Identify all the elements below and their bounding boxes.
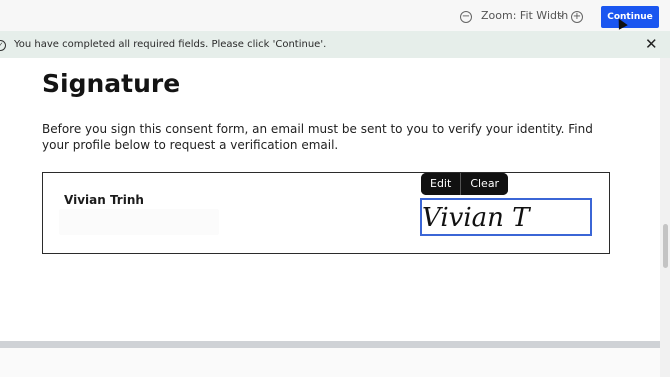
intro-paragraph: Before you sign this consent form, an em…: [42, 122, 593, 152]
plus-circle-icon[interactable]: +: [571, 11, 583, 23]
document-page: Signature Before you sign this consent f…: [0, 58, 660, 341]
scrollbar-track[interactable]: [660, 58, 670, 377]
clear-signature-button[interactable]: Clear: [461, 173, 509, 195]
continue-button[interactable]: Continue: [601, 6, 659, 28]
chevron-down-icon[interactable]: ⌄: [557, 9, 565, 20]
page-separator: [0, 341, 660, 348]
completion-notice-banner: ✓ You have completed all required fields…: [0, 31, 670, 58]
top-toolbar: − Zoom: Fit Width ⌄ + Continue: [0, 0, 670, 31]
name-placeholder-area: [59, 209, 219, 235]
signature-text: Vivian T: [422, 203, 531, 233]
signer-name: Vivian Trinh: [64, 193, 144, 207]
check-circle-icon: ✓: [0, 40, 6, 51]
signature-field[interactable]: Vivian T: [420, 198, 592, 236]
close-icon[interactable]: ✕: [645, 35, 658, 53]
notice-message: You have completed all required fields. …: [14, 39, 327, 50]
edit-signature-button[interactable]: Edit: [421, 173, 462, 195]
signature-action-toolbar: Edit Clear: [421, 173, 509, 195]
handwritten-signature: Vivian T: [422, 203, 531, 233]
minus-circle-icon[interactable]: −: [460, 11, 472, 23]
scrollbar-thumb[interactable]: [663, 224, 668, 268]
zoom-dropdown[interactable]: Zoom: Fit Width: [481, 9, 568, 22]
next-page: [0, 348, 660, 377]
page-title: Signature: [42, 69, 181, 98]
signature-block: Vivian Trinh Edit Clear Vivian T: [42, 172, 610, 254]
